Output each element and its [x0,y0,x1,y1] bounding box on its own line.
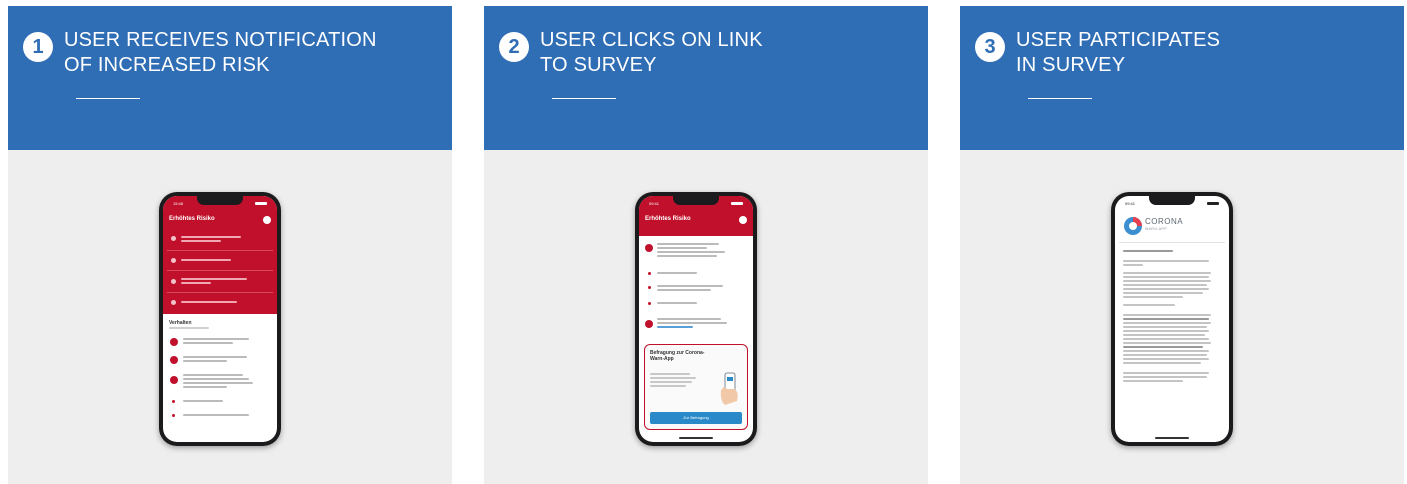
phone-icon [645,244,653,252]
phone-screen: 09:41 Erhöhtes Risiko Befragung zur Coro… [639,196,753,442]
step-panel: 15:48 Erhöhtes Risiko Verhalten [8,150,452,484]
step-header: 2 USER CLICKS ON LINK TO SURVEY [484,6,928,150]
step-card-2: 2 USER CLICKS ON LINK TO SURVEY 09:41 Er… [484,6,928,484]
app-title: Erhöhtes Risiko [169,216,215,222]
step-title: USER PARTICIPATES IN SURVEY [1016,29,1221,76]
phone-mockup: 15:48 Erhöhtes Risiko Verhalten [159,192,281,446]
calendar-icon [171,258,176,263]
step-number-badge: 1 [23,32,53,62]
step-header: 1 USER RECEIVES NOTIFICATION OF INCREASE… [8,6,452,150]
phone-notch [1149,196,1195,205]
title-underline [76,98,140,99]
shield-icon [171,300,176,305]
phone-mockup: 09:41 ​ CORONA WARN-APP [1111,192,1233,446]
title-underline [1028,98,1092,99]
info-icon [171,236,176,241]
logo-wordmark: CORONA [1145,217,1184,226]
clock-icon [171,279,176,284]
step-header: 3 USER PARTICIPATES IN SURVEY [960,6,1404,150]
survey-button[interactable]: Zur Befragung [650,412,742,424]
close-icon [263,216,271,224]
corona-warn-app-logo-icon [1124,217,1142,235]
close-icon [739,216,747,224]
hand-holding-phone-illustration [720,372,738,405]
phone-screen: 15:48 Erhöhtes Risiko Verhalten [163,196,277,442]
phone-notch [673,196,719,205]
survey-title: Befragung zur Corona-Warn-App [650,350,705,362]
risk-card [163,196,277,314]
home-indicator [679,437,713,439]
survey-invitation-card[interactable]: Befragung zur Corona-Warn-App Zur Befrag… [644,344,748,430]
browser-url-bar: ​ [1115,209,1229,213]
step-panel: 09:41 ​ CORONA WARN-APP [960,150,1404,484]
phone-screen: 09:41 ​ CORONA WARN-APP [1115,196,1229,442]
step-number-badge: 3 [975,32,1005,62]
logo-subtitle: WARN-APP [1145,227,1167,231]
step-number-badge: 2 [499,32,529,62]
step-panel: 09:41 Erhöhtes Risiko Befragung zur Coro… [484,150,928,484]
step-title: USER RECEIVES NOTIFICATION OF INCREASED … [64,29,377,76]
section-heading: Verhalten [169,320,192,326]
phone-notch [197,196,243,205]
home-indicator [1155,437,1189,439]
phone-icon [170,376,178,384]
app-title: Erhöhtes Risiko [645,216,691,222]
title-underline [552,98,616,99]
step-card-3: 3 USER PARTICIPATES IN SURVEY 09:41 ​ CO… [960,6,1404,484]
step-card-1: 1 USER RECEIVES NOTIFICATION OF INCREASE… [8,6,452,484]
phone-mockup: 09:41 Erhöhtes Risiko Befragung zur Coro… [635,192,757,446]
info-icon [645,320,653,328]
mask-icon [170,356,178,364]
home-icon [170,338,178,346]
step-title: USER CLICKS ON LINK TO SURVEY [540,29,763,76]
